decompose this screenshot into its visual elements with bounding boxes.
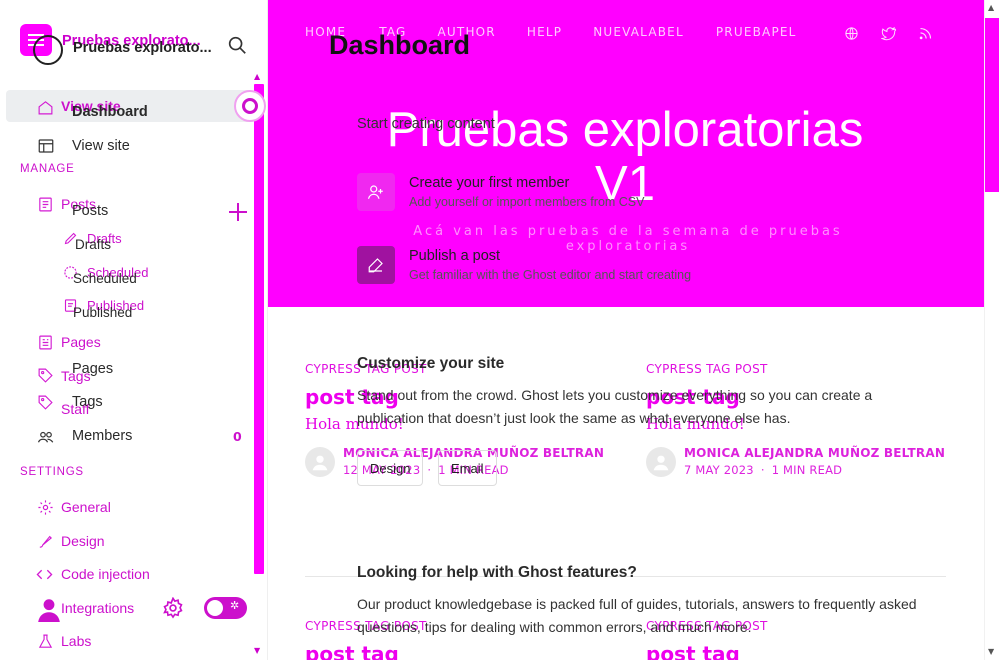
tag-icon (37, 367, 54, 384)
meta-separator: · (760, 463, 765, 477)
author-avatar-icon (646, 446, 676, 477)
brush-icon (37, 533, 54, 550)
pages-icon (37, 334, 54, 351)
nav-link-help[interactable]: HELP (527, 25, 562, 39)
scroll-up-icon[interactable]: ▲ (254, 72, 260, 81)
sidebar: Pruebas explorato... Pruebas explorato..… (0, 0, 268, 660)
post-title[interactable]: post tag (646, 385, 946, 409)
post-meta: 12 MAY 2023 · 1 MIN READ (343, 463, 604, 477)
settings-heading: SETTINGS (20, 466, 84, 478)
sidebar-item-members[interactable]: Members (72, 428, 132, 444)
post-excerpt: Hola mundo! (305, 415, 404, 433)
nav-link-tag[interactable]: TAG (379, 25, 406, 39)
post-reading-time: 1 MIN READ (438, 463, 509, 477)
user-avatar-icon[interactable] (36, 596, 62, 622)
sidebar-item-code-injection[interactable]: Code injection (61, 566, 150, 582)
sidebar-item-posts[interactable]: Posts (72, 203, 108, 219)
manage-heading: MANAGE (20, 163, 75, 175)
post-title[interactable]: post tag (305, 642, 605, 660)
sidebar-item-scheduled[interactable]: Scheduled (73, 271, 137, 286)
author-name[interactable]: MONICA ALEJANDRA MUÑOZ BELTRAN (343, 446, 604, 460)
sidebar-scrollbar-thumb[interactable] (254, 84, 264, 574)
sidebar-item-design[interactable]: Design (61, 533, 105, 549)
post-title[interactable]: post tag (305, 385, 605, 409)
post-date: 7 MAY 2023 (684, 463, 754, 477)
layout-icon (37, 137, 55, 155)
author-avatar-icon (305, 446, 335, 477)
add-post-icon[interactable] (229, 203, 247, 221)
search-icon[interactable] (226, 34, 248, 56)
meta-separator: · (427, 463, 432, 477)
settings-gear-icon[interactable] (162, 596, 184, 619)
tag-icon (37, 394, 54, 411)
nav-link-pruebapel[interactable]: PRUEBAPEL (716, 25, 797, 39)
sidebar-item-pages[interactable]: Pages (72, 361, 113, 377)
site-title: Pruebas exploratorias V1 (386, 103, 864, 211)
posts-icon (37, 196, 54, 213)
app-window: HOME TAG AUTHOR HELP NUEVALABEL PRUEBAPE… (0, 0, 1000, 660)
sidebar-item-pages-ghost: Pages (61, 334, 101, 350)
post-tag[interactable]: CYPRESS TAG POST (305, 362, 605, 376)
rss-icon[interactable] (917, 25, 933, 41)
site-description: Acá van las pruebas de la semana de prue… (413, 224, 843, 254)
post-card[interactable]: CYPRESS TAG POST post tag Hola mundo! MO… (305, 362, 605, 477)
gear-icon (37, 499, 54, 516)
members-icon (37, 428, 55, 446)
post-card[interactable]: CYPRESS TAG POST post tag (305, 619, 605, 660)
sidebar-item-drafts[interactable]: Drafts (75, 237, 111, 252)
sidebar-item-integrations[interactable]: Integrations (61, 600, 134, 616)
focus-ring (33, 35, 63, 65)
twitter-icon[interactable] (880, 25, 896, 41)
post-title[interactable]: post tag (646, 642, 946, 660)
sidebar-item-dashboard[interactable]: Dashboard (72, 104, 148, 120)
sidebar-item-view-site[interactable]: View site (72, 138, 130, 154)
post-excerpt: Hola mundo! (646, 415, 745, 433)
social-links (843, 25, 933, 41)
site-preview: HOME TAG AUTHOR HELP NUEVALABEL PRUEBAPE… (268, 0, 984, 660)
site-name[interactable]: Pruebas explorato... (73, 40, 212, 56)
scroll-down-icon[interactable]: ▼ (988, 647, 994, 656)
record-target-icon[interactable] (234, 90, 266, 122)
post-reading-time: 1 MIN READ (771, 463, 843, 477)
nav-link-author[interactable]: AUTHOR (438, 25, 496, 39)
post-meta: 7 MAY 2023 · 1 MIN READ (684, 463, 945, 477)
theme-toggle[interactable] (204, 597, 247, 619)
sidebar-item-published[interactable]: Published (73, 305, 132, 320)
code-icon (36, 566, 53, 583)
divider (305, 576, 946, 577)
members-count: 0 (233, 429, 242, 444)
post-card[interactable]: CYPRESS TAG POST post tag Hola mundo! MO… (646, 362, 946, 477)
post-author: MONICA ALEJANDRA MUÑOZ BELTRAN 12 MAY 20… (305, 446, 605, 477)
scroll-down-icon[interactable]: ▼ (254, 646, 260, 655)
sidebar-item-general[interactable]: General (61, 499, 111, 515)
post-date: 12 MAY 2023 (343, 463, 421, 477)
post-tag[interactable]: CYPRESS TAG POST (646, 619, 946, 633)
flask-icon (37, 633, 54, 650)
post-card[interactable]: CYPRESS TAG POST post tag (646, 619, 946, 660)
scroll-up-icon[interactable]: ▲ (988, 3, 994, 12)
sidebar-item-labs[interactable]: Labs (61, 633, 91, 649)
post-tag[interactable]: CYPRESS TAG POST (305, 619, 605, 633)
author-name[interactable]: MONICA ALEJANDRA MUÑOZ BELTRAN (684, 446, 945, 460)
nav-link-nuevalabel[interactable]: NUEVALABEL (593, 25, 684, 39)
sidebar-item-tags[interactable]: Tags (72, 394, 103, 410)
site-header: HOME TAG AUTHOR HELP NUEVALABEL PRUEBAPE… (268, 0, 984, 307)
page-scrollbar-thumb[interactable] (985, 18, 999, 192)
globe-icon[interactable] (843, 25, 859, 41)
site-nav: HOME TAG AUTHOR HELP NUEVALABEL PRUEBAPE… (305, 25, 827, 39)
post-tag[interactable]: CYPRESS TAG POST (646, 362, 946, 376)
nav-link-home[interactable]: HOME (305, 25, 346, 39)
post-author: MONICA ALEJANDRA MUÑOZ BELTRAN 7 MAY 202… (646, 446, 946, 477)
home-icon (37, 99, 54, 116)
